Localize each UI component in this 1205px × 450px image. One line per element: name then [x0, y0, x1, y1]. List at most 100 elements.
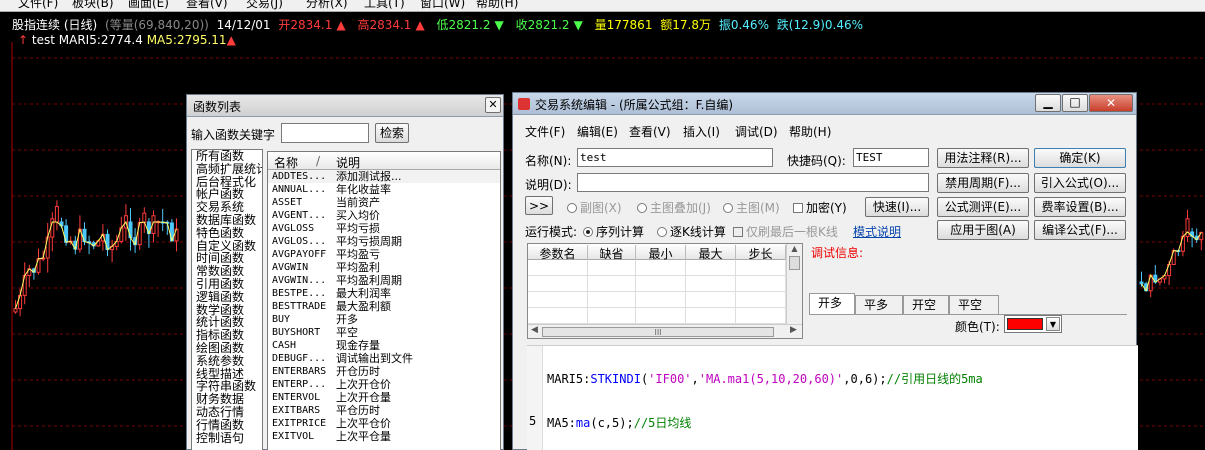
- scroll-left-icon[interactable]: ◀: [531, 325, 538, 335]
- desc-field[interactable]: [577, 173, 929, 192]
- main-menu-item[interactable]: 查看(V): [186, 0, 228, 11]
- option-sub-chart[interactable]: 副图(X): [567, 199, 622, 216]
- param-cell[interactable]: [736, 292, 786, 308]
- param-cell[interactable]: [588, 276, 636, 292]
- param-cell[interactable]: [686, 276, 736, 292]
- function-category-item[interactable]: 行情函数: [192, 418, 262, 432]
- compile-formula-button[interactable]: 编译公式(F)...: [1034, 220, 1126, 240]
- table-row[interactable]: AVGENT... 买入均价: [268, 209, 500, 222]
- option-encrypt[interactable]: 加密(Y): [793, 199, 847, 216]
- menu-help[interactable]: 帮助(H): [789, 123, 831, 140]
- function-category-item[interactable]: 所有函数: [192, 150, 262, 163]
- horizontal-scrollbar[interactable]: ◀ III ▶: [528, 324, 802, 338]
- run-mode-tick[interactable]: 逐K线计算: [657, 223, 726, 240]
- shortcut-field[interactable]: TEST: [853, 148, 929, 167]
- dropdown-button[interactable]: ▼: [1046, 317, 1060, 331]
- close-button[interactable]: ✕: [1089, 94, 1133, 112]
- tab-open-long[interactable]: 开多: [809, 293, 855, 315]
- code-line[interactable]: MA5:ma(c,5);//5日均线: [547, 414, 691, 431]
- search-button[interactable]: 检索: [375, 123, 409, 143]
- function-category-item[interactable]: 引用函数: [192, 278, 262, 291]
- main-menu-item[interactable]: 工具(T): [364, 0, 405, 11]
- param-column-header[interactable]: 步长: [736, 245, 786, 261]
- function-category-item[interactable]: 数据库函数: [192, 214, 262, 227]
- param-cell[interactable]: [528, 260, 588, 276]
- menu-insert[interactable]: 插入(I): [683, 123, 720, 140]
- menu-view[interactable]: 查看(V): [629, 123, 671, 140]
- function-category-item[interactable]: 系统参数: [192, 354, 262, 368]
- table-row[interactable]: EXITPRICE 上次平仓价: [268, 417, 500, 430]
- function-table[interactable]: 名称 / 说明 ADDTES... 添加测试报... ANNUAL... 年化收益率 A…: [267, 151, 501, 450]
- expand-button[interactable]: >>: [525, 196, 553, 215]
- param-cell[interactable]: [636, 308, 686, 324]
- formula-evaluate-button[interactable]: 公式测评(E)...: [937, 197, 1029, 217]
- main-menu-item[interactable]: 帮助(H): [476, 0, 518, 11]
- main-menu-item[interactable]: 文件(F): [18, 0, 58, 11]
- scroll-thumb[interactable]: III: [542, 327, 774, 337]
- param-column-header[interactable]: 缺省: [588, 245, 636, 261]
- table-row[interactable]: AVGPAYOFF 平均盈亏: [268, 248, 500, 261]
- param-column-header[interactable]: 最大: [686, 245, 736, 261]
- usage-notes-button[interactable]: 用法注释(R)...: [937, 148, 1029, 168]
- param-cell[interactable]: [636, 292, 686, 308]
- code-editor[interactable]: MARI5:STKINDI('IF00','MA.ma1(5,10,20,60)…: [527, 345, 1138, 450]
- editor-titlebar[interactable]: 交易系统编辑 - (所属公式组：F.自编) ▁ □ ✕: [513, 93, 1136, 115]
- main-menu-item[interactable]: 分析(X): [306, 0, 348, 11]
- color-picker[interactable]: ▼: [1004, 315, 1062, 333]
- param-cell[interactable]: [588, 260, 636, 276]
- table-row[interactable]: ANNUAL... 年化收益率: [268, 183, 500, 196]
- function-category-item[interactable]: 逻辑函数: [192, 290, 262, 304]
- run-mode-sequence[interactable]: 序列计算: [583, 223, 644, 240]
- param-column-header[interactable]: 最小: [636, 245, 686, 261]
- keyword-input[interactable]: [281, 123, 369, 143]
- tab-close-short[interactable]: 平空: [949, 295, 999, 315]
- run-last-bar-only[interactable]: 仅刷最后一根K线: [733, 223, 838, 240]
- table-row[interactable]: BESTTRADE 最大盈利额: [268, 300, 500, 313]
- table-row[interactable]: AVGLOSS 平均亏损: [268, 222, 500, 235]
- menu-debug[interactable]: 调试(D): [735, 123, 778, 140]
- mode-help-link[interactable]: 模式说明: [853, 223, 901, 240]
- function-category-item[interactable]: 高频扩展统计: [192, 162, 262, 176]
- table-row[interactable]: ADDTES... 添加测试报...: [268, 170, 500, 183]
- code-line[interactable]: MARI5:STKINDI('IF00','MA.ma1(5,10,20,60)…: [547, 370, 983, 387]
- tab-open-short[interactable]: 开空: [903, 295, 949, 315]
- function-category-item[interactable]: 控制语句: [192, 431, 262, 445]
- minimize-button[interactable]: ▁: [1035, 94, 1061, 112]
- scroll-up-icon[interactable]: ▲: [787, 244, 802, 253]
- menu-edit[interactable]: 编辑(E): [577, 123, 618, 140]
- table-row[interactable]: ASSET 当前资产: [268, 196, 500, 209]
- apply-to-chart-button[interactable]: 应用于图(A): [937, 220, 1029, 240]
- table-row[interactable]: EXITBARS 平仓历时: [268, 404, 500, 417]
- table-row[interactable]: AVGWIN... 平均盈利周期: [268, 274, 500, 287]
- menu-file[interactable]: 文件(F): [525, 123, 565, 140]
- table-row[interactable]: ENTERP... 上次开仓价: [268, 378, 500, 391]
- table-row[interactable]: AVGLOS... 平均亏损周期: [268, 235, 500, 248]
- option-main-chart[interactable]: 主图(M): [723, 199, 780, 216]
- table-row[interactable]: AVGWIN 平均盈利: [268, 261, 500, 274]
- table-row[interactable]: DEBUGF... 调试输出到文件: [268, 352, 500, 365]
- col-name-header[interactable]: 名称: [274, 154, 298, 171]
- function-category-item[interactable]: 绘图函数: [192, 342, 262, 355]
- param-cell[interactable]: [736, 308, 786, 324]
- param-cell[interactable]: [736, 276, 786, 292]
- param-cell[interactable]: [686, 308, 736, 324]
- param-cell[interactable]: [528, 292, 588, 308]
- parameter-table[interactable]: 参数名 缺省 最小 最大 步长 ▲ ◀ III ▶: [527, 243, 803, 339]
- table-row[interactable]: EXITVOL 上次平仓量: [268, 430, 500, 443]
- param-cell[interactable]: [636, 260, 686, 276]
- main-menu-item[interactable]: 画面(E): [128, 0, 169, 11]
- table-row[interactable]: CASH 现金存量: [268, 339, 500, 352]
- close-button[interactable]: ✕: [485, 97, 501, 113]
- table-row[interactable]: ENTERVOL 上次开仓量: [268, 391, 500, 404]
- table-row[interactable]: ENTERBARS 开仓历时: [268, 365, 500, 378]
- name-field[interactable]: test: [577, 148, 773, 167]
- col-desc-header[interactable]: 说明: [336, 154, 360, 171]
- param-cell[interactable]: [588, 308, 636, 324]
- maximize-button[interactable]: □: [1062, 94, 1088, 112]
- function-category-item[interactable]: 动态行情: [192, 406, 262, 419]
- param-cell[interactable]: [588, 292, 636, 308]
- disable-cycle-button[interactable]: 禁用周期(F)...: [937, 173, 1029, 193]
- table-row[interactable]: BUYSHORT 平空: [268, 326, 500, 339]
- table-row[interactable]: BESTPE... 最大利润率: [268, 287, 500, 300]
- ok-button[interactable]: 确定(K): [1034, 148, 1126, 168]
